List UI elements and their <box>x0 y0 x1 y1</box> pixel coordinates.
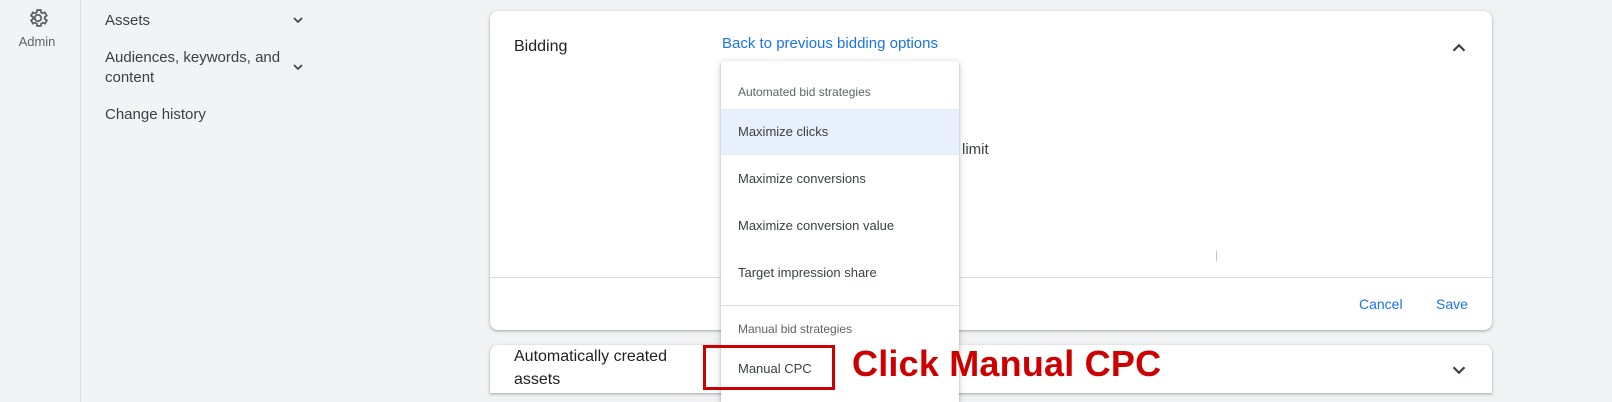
chevron-up-icon[interactable] <box>1448 37 1470 59</box>
menu-item-target-impression-share[interactable]: Target impression share <box>721 250 959 296</box>
annotation-text: Click Manual CPC <box>852 343 1162 384</box>
save-button[interactable]: Save <box>1436 296 1468 312</box>
section-nav: Assets Audiences, keywords, and content … <box>81 0 321 402</box>
back-to-previous-link[interactable]: Back to previous bidding options <box>722 35 938 52</box>
highlight-box <box>703 345 835 390</box>
card-divider <box>490 277 1492 278</box>
admin-label[interactable]: Admin <box>0 34 74 49</box>
bidding-card: Bidding Back to previous bidding options… <box>490 11 1492 330</box>
menu-item-maximize-conversion-value[interactable]: Maximize conversion value <box>721 203 959 249</box>
gear-icon[interactable] <box>27 7 49 29</box>
chevron-down-icon[interactable] <box>290 12 306 28</box>
bidding-title: Bidding <box>514 38 568 55</box>
slider-tick <box>1216 251 1217 261</box>
nav-item-change-history[interactable]: Change history <box>105 105 206 125</box>
nav-item-audiences[interactable]: Audiences, keywords, and content <box>105 48 285 88</box>
menu-item-maximize-conversions[interactable]: Maximize conversions <box>721 156 959 202</box>
limit-text: limit <box>962 141 989 158</box>
chevron-down-icon[interactable] <box>1448 359 1470 381</box>
auto-assets-title: Automatically created assets <box>514 348 667 388</box>
nav-item-assets[interactable]: Assets <box>105 11 150 31</box>
chevron-down-icon[interactable] <box>290 59 306 75</box>
menu-divider <box>721 305 959 306</box>
cancel-button[interactable]: Cancel <box>1359 296 1403 312</box>
menu-item-maximize-clicks[interactable]: Maximize clicks <box>721 109 959 155</box>
manual-strategies-header: Manual bid strategies <box>738 322 853 336</box>
automated-strategies-header: Automated bid strategies <box>738 85 871 99</box>
left-rail: Admin <box>0 0 81 402</box>
